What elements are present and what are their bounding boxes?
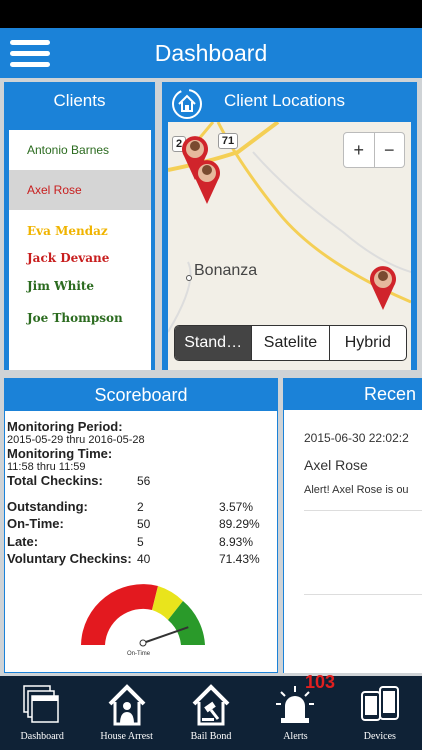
tab-label: Dashboard bbox=[20, 731, 64, 742]
tab-bar: Dashboard House Arrest Bail Bond Alerts … bbox=[0, 676, 422, 750]
tab-house-arrest[interactable]: House Arrest bbox=[84, 676, 168, 750]
total-checkins-label: Total Checkins: bbox=[7, 473, 103, 488]
client-item[interactable]: Antonio Barnes bbox=[9, 130, 151, 170]
client-item[interactable]: Joe Thompson bbox=[9, 307, 151, 329]
dashboard-icon bbox=[23, 685, 59, 723]
tab-label: House Arrest bbox=[100, 731, 153, 742]
road-shield: 71 bbox=[218, 133, 238, 149]
client-item[interactable]: Jack Devane bbox=[9, 247, 151, 269]
stat-percent: 71.43% bbox=[219, 552, 260, 566]
house-arrest-icon bbox=[108, 684, 146, 726]
gauge-label: On-Time bbox=[127, 651, 151, 657]
tab-label: Bail Bond bbox=[190, 731, 232, 742]
tab-label: Alerts bbox=[283, 731, 308, 742]
recent-title: Recen bbox=[284, 378, 422, 410]
divider bbox=[304, 510, 422, 511]
stat-label: On-Time: bbox=[7, 516, 64, 531]
client-item[interactable]: Jim White bbox=[9, 275, 151, 297]
zoom-control: + − bbox=[343, 132, 405, 168]
header: Dashboard bbox=[0, 28, 422, 78]
zoom-in-button[interactable]: + bbox=[344, 133, 375, 167]
recent-message[interactable]: Alert! Axel Rose is ou bbox=[304, 484, 409, 496]
alerts-count-badge: 103 bbox=[305, 672, 336, 692]
monitoring-period-label: Monitoring Period: bbox=[7, 419, 123, 434]
scoreboard-title: Scoreboard bbox=[5, 379, 277, 411]
recent-timestamp: 2015-06-30 22:02:2 bbox=[304, 431, 409, 445]
scoreboard-panel: Scoreboard Monitoring Period: 2015-05-29… bbox=[4, 378, 278, 673]
devices-icon bbox=[360, 686, 399, 721]
page-title: Dashboard bbox=[154, 40, 268, 66]
screen: Dashboard Clients Antonio Barnes Axel Ro… bbox=[0, 0, 422, 750]
place-dot bbox=[186, 275, 192, 281]
map-type-satellite[interactable]: Satelite bbox=[251, 326, 328, 360]
stat-label: Outstanding: bbox=[7, 499, 88, 514]
stat-percent: 89.29% bbox=[219, 517, 260, 531]
client-locations-panel: Client Locations 71 2 Bonanza + − Stand…… bbox=[162, 82, 417, 370]
monitoring-period-value: 2015-05-29 thru 2016-05-28 bbox=[7, 434, 145, 446]
stat-count: 5 bbox=[137, 535, 144, 549]
client-item-selected[interactable]: Axel Rose bbox=[9, 170, 151, 210]
client-name: Jack Devane bbox=[27, 251, 110, 265]
stat-label: Voluntary Checkins: bbox=[7, 551, 132, 566]
map-pin-icon[interactable] bbox=[192, 158, 222, 206]
clients-list: Antonio Barnes Axel Rose Eva Mendaz Jack… bbox=[9, 130, 151, 370]
tab-bail-bond[interactable]: Bail Bond bbox=[169, 676, 253, 750]
map[interactable]: 71 2 Bonanza + − Stand… Satelite Hybrid bbox=[168, 122, 411, 370]
clients-title: Clients bbox=[53, 91, 106, 110]
stat-count: 2 bbox=[137, 500, 144, 514]
status-bar bbox=[0, 0, 422, 28]
monitoring-time-label: Monitoring Time: bbox=[7, 446, 113, 461]
stat-percent: 8.93% bbox=[219, 535, 254, 549]
place-label: Bonanza bbox=[194, 262, 258, 279]
map-pin-icon[interactable] bbox=[368, 264, 398, 312]
client-name: Axel Rose bbox=[27, 183, 82, 197]
stat-count: 50 bbox=[137, 517, 151, 531]
client-name: Jim White bbox=[27, 279, 95, 293]
clients-panel: Clients Antonio Barnes Axel Rose Eva Men… bbox=[4, 82, 155, 370]
recent-client-name[interactable]: Axel Rose bbox=[304, 457, 368, 473]
road-number: 71 bbox=[221, 135, 235, 147]
map-type-standard[interactable]: Stand… bbox=[175, 326, 252, 360]
home-refresh-icon[interactable] bbox=[170, 87, 204, 121]
stat-percent: 3.57% bbox=[219, 500, 254, 514]
tab-devices[interactable]: Devices bbox=[338, 676, 422, 750]
tab-label: Devices bbox=[363, 731, 396, 742]
divider bbox=[304, 594, 422, 595]
map-type-selector: Stand… Satelite Hybrid bbox=[174, 325, 407, 361]
client-name: Antonio Barnes bbox=[27, 143, 110, 157]
recent-panel: Recen 2015-06-30 22:02:2 Axel Rose Alert… bbox=[283, 378, 422, 673]
map-type-hybrid[interactable]: Hybrid bbox=[328, 326, 406, 360]
tab-dashboard[interactable]: Dashboard bbox=[0, 676, 84, 750]
on-time-gauge bbox=[81, 584, 205, 647]
bail-bond-icon bbox=[192, 684, 230, 726]
zoom-out-button[interactable]: − bbox=[375, 133, 405, 167]
client-name: Eva Mendaz bbox=[27, 224, 108, 238]
client-item[interactable]: Eva Mendaz bbox=[9, 220, 151, 242]
monitoring-time-value: 11:58 thru 11:59 bbox=[7, 461, 86, 473]
client-name: Joe Thompson bbox=[27, 311, 123, 325]
stat-count: 40 bbox=[137, 552, 151, 566]
stat-label: Late: bbox=[7, 534, 39, 549]
total-checkins-value: 56 bbox=[137, 474, 151, 488]
